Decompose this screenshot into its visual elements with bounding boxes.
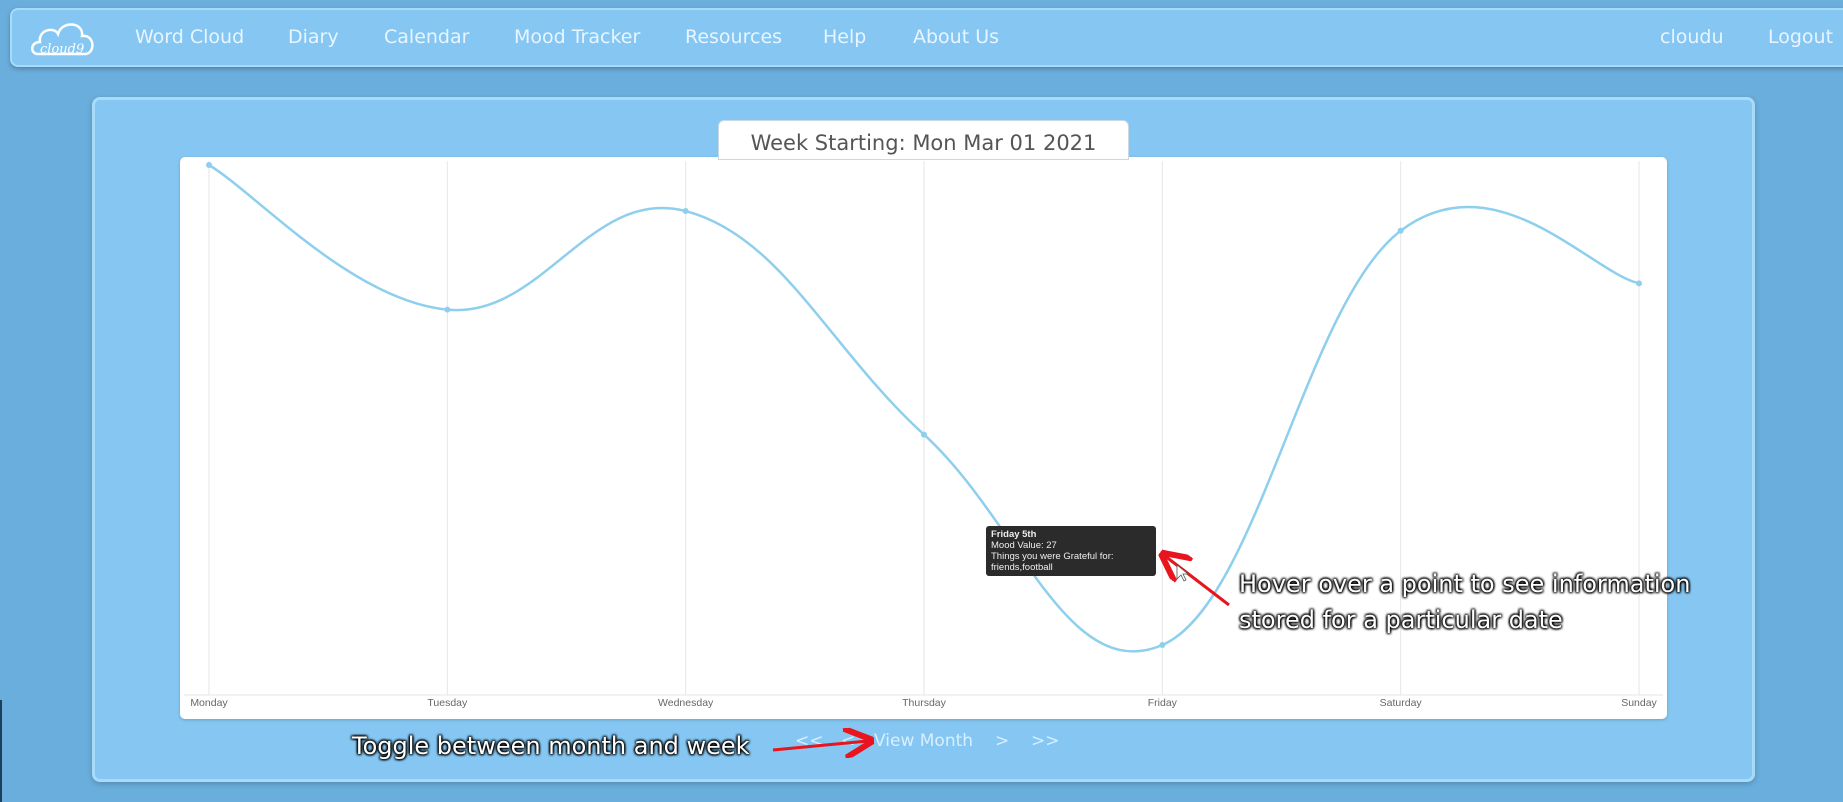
next-week-button[interactable]: > <box>995 726 1009 756</box>
hover-annotation: Hover over a point to see information st… <box>1239 566 1739 638</box>
toggle-annotation: Toggle between month and week <box>352 732 750 760</box>
tooltip-grateful-label: Things you were Grateful for: <box>991 551 1114 562</box>
nav-diary[interactable]: Diary <box>288 10 339 65</box>
data-point-sunday[interactable] <box>1636 280 1642 287</box>
x-tick-label-wednesday: Wednesday <box>658 697 714 709</box>
data-point-saturday[interactable] <box>1397 227 1404 234</box>
data-point-friday[interactable] <box>1159 641 1166 648</box>
first-week-button[interactable]: << <box>795 726 824 756</box>
cloud9-logo-icon[interactable]: cloud9 <box>28 14 100 64</box>
hover-annotation-line-2: stored for a particular date <box>1239 606 1563 634</box>
nav-calendar[interactable]: Calendar <box>384 10 469 65</box>
x-tick-label-sunday: Sunday <box>1621 697 1657 709</box>
data-point-tuesday[interactable] <box>444 306 451 313</box>
window-edge <box>0 700 2 802</box>
x-tick-label-thursday: Thursday <box>902 697 947 709</box>
top-navbar: cloud9 Word Cloud Diary Calendar Mood Tr… <box>10 8 1843 67</box>
nav-help[interactable]: Help <box>823 10 866 65</box>
nav-word-cloud[interactable]: Word Cloud <box>135 10 244 65</box>
logout-link[interactable]: Logout <box>1768 10 1833 65</box>
hover-annotation-line-1: Hover over a point to see information <box>1239 570 1691 598</box>
view-month-button[interactable]: View Month <box>874 726 973 756</box>
data-point-wednesday[interactable] <box>682 208 689 215</box>
week-starting-label: Week Starting: Mon Mar 01 2021 <box>718 120 1129 160</box>
previous-week-button[interactable]: < <box>841 726 855 756</box>
data-point-monday[interactable] <box>206 162 212 168</box>
logo-text: cloud9 <box>40 42 84 57</box>
x-tick-label-saturday: Saturday <box>1380 697 1423 709</box>
nav-resources[interactable]: Resources <box>685 10 782 65</box>
nav-username[interactable]: cloudu <box>1660 10 1724 65</box>
tooltip-title: Friday 5th <box>991 529 1037 540</box>
tooltip-mood-value: Mood Value: 27 <box>991 540 1057 551</box>
nav-about-us[interactable]: About Us <box>913 10 999 65</box>
x-tick-label-tuesday: Tuesday <box>427 697 468 709</box>
nav-mood-tracker[interactable]: Mood Tracker <box>514 10 640 65</box>
x-tick-label-monday: Monday <box>190 697 228 709</box>
last-week-button[interactable]: >> <box>1031 726 1060 756</box>
data-point-tooltip: Friday 5th Mood Value: 27 Things you wer… <box>986 526 1156 576</box>
data-point-thursday[interactable] <box>921 431 927 438</box>
x-tick-label-friday: Friday <box>1148 697 1178 709</box>
tooltip-grateful-items: friends,football <box>991 562 1053 573</box>
